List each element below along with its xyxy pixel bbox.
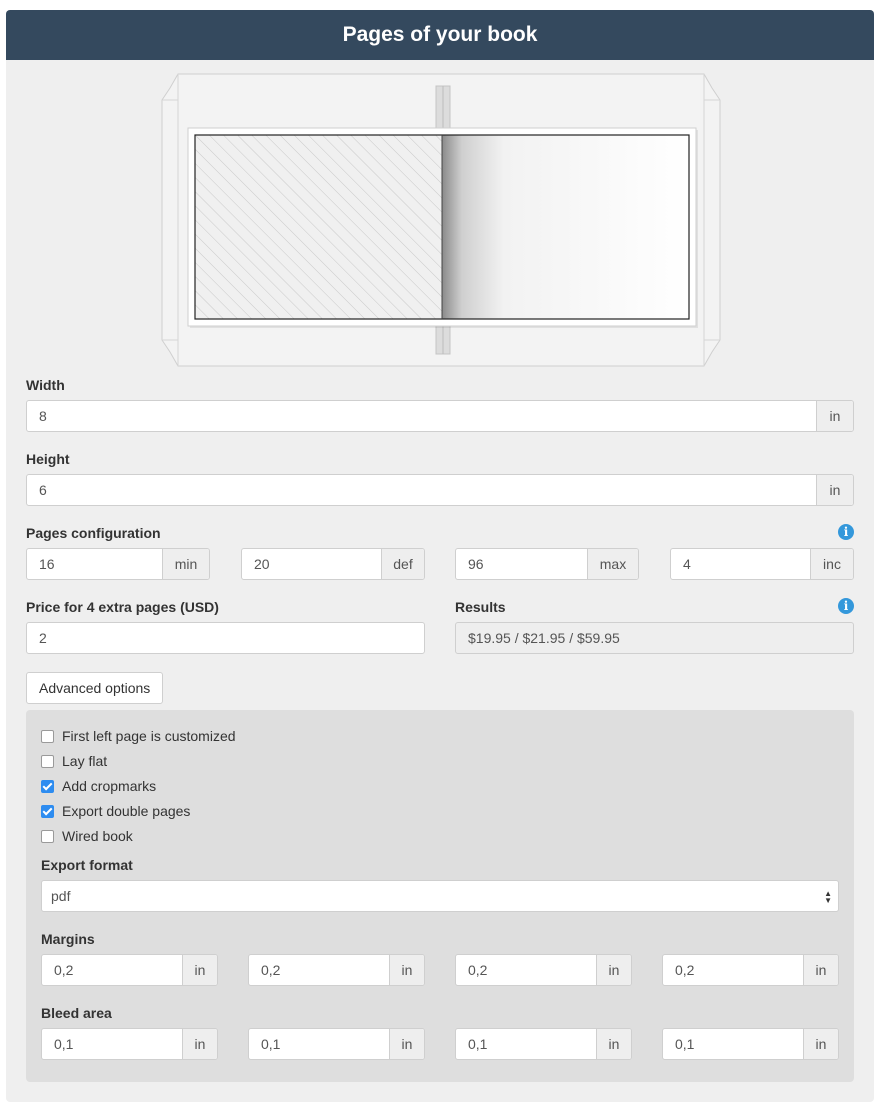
height-input[interactable]: 6: [27, 475, 816, 505]
checkbox-lay-flat[interactable]: Lay flat: [41, 753, 107, 769]
checkbox-add-cropmarks[interactable]: Add cropmarks: [41, 778, 156, 794]
checkbox-icon[interactable]: [41, 754, 54, 768]
pages-min-unit: min: [162, 549, 209, 579]
pages-max-field[interactable]: 96 max: [455, 548, 639, 580]
margin-input-3[interactable]: 0,2: [456, 955, 596, 985]
bleed-input-2[interactable]: 0,1: [249, 1029, 389, 1059]
export-format-select[interactable]: pdf ▲ ▼: [41, 880, 839, 912]
margin-field-3[interactable]: 0,2 in: [455, 954, 632, 986]
pages-def-field[interactable]: 20 def: [241, 548, 425, 580]
bleed-unit-1: in: [182, 1029, 217, 1059]
pages-min-field[interactable]: 16 min: [26, 548, 210, 580]
width-unit: in: [816, 401, 853, 431]
height-field[interactable]: 6 in: [26, 474, 854, 506]
margin-field-4[interactable]: 0,2 in: [662, 954, 839, 986]
advanced-options-section: First left page is customized Lay flat A…: [26, 710, 854, 1082]
width-field[interactable]: 8 in: [26, 400, 854, 432]
bleed-field-4[interactable]: 0,1 in: [662, 1028, 839, 1060]
bleed-field-2[interactable]: 0,1 in: [248, 1028, 425, 1060]
panel-title: Pages of your book: [6, 10, 874, 60]
info-icon[interactable]: i: [838, 524, 854, 540]
checkbox-export-double-pages[interactable]: Export double pages: [41, 803, 190, 819]
pages-inc-unit: inc: [810, 549, 853, 579]
pages-inc-field[interactable]: 4 inc: [670, 548, 854, 580]
bleed-unit-4: in: [803, 1029, 838, 1059]
margin-unit-3: in: [596, 955, 631, 985]
margin-input-4[interactable]: 0,2: [663, 955, 803, 985]
margin-unit-4: in: [803, 955, 838, 985]
results-field: $19.95 / $21.95 / $59.95: [455, 622, 854, 654]
results-value: $19.95 / $21.95 / $59.95: [468, 630, 620, 646]
checkbox-label: First left page is customized: [62, 728, 236, 744]
pages-min-input[interactable]: 16: [27, 549, 162, 579]
bleed-unit-3: in: [596, 1029, 631, 1059]
pages-def-unit: def: [381, 549, 424, 579]
margin-unit-1: in: [182, 955, 217, 985]
pages-def-input[interactable]: 20: [242, 549, 381, 579]
margin-input-1[interactable]: 0,2: [42, 955, 182, 985]
export-format-label: Export format: [41, 857, 133, 873]
book-pages-panel: Pages of your book Width 8 in Height 6 i…: [6, 10, 874, 1102]
margin-field-1[interactable]: 0,2 in: [41, 954, 218, 986]
bleed-unit-2: in: [389, 1029, 424, 1059]
results-label: Results: [455, 599, 506, 615]
margin-field-2[interactable]: 0,2 in: [248, 954, 425, 986]
bleed-field-1[interactable]: 0,1 in: [41, 1028, 218, 1060]
height-label: Height: [26, 451, 70, 467]
export-format-value: pdf: [51, 888, 71, 904]
select-arrows-icon: ▲ ▼: [824, 889, 832, 905]
advanced-options-button[interactable]: Advanced options: [26, 672, 164, 704]
pages-inc-input[interactable]: 4: [671, 549, 810, 579]
checkbox-wired-book[interactable]: Wired book: [41, 828, 133, 844]
width-label: Width: [26, 377, 65, 393]
checkbox-checked-icon[interactable]: [41, 804, 54, 818]
book-preview-illustration: [161, 73, 721, 367]
checkbox-icon[interactable]: [41, 829, 54, 843]
bleed-input-3[interactable]: 0,1: [456, 1029, 596, 1059]
margin-unit-2: in: [389, 955, 424, 985]
price-field[interactable]: 2: [26, 622, 425, 654]
bleed-input-4[interactable]: 0,1: [663, 1029, 803, 1059]
margins-label: Margins: [41, 931, 95, 947]
checkbox-checked-icon[interactable]: [41, 779, 54, 793]
bleed-field-3[interactable]: 0,1 in: [455, 1028, 632, 1060]
pages-config-label: Pages configuration: [26, 525, 161, 541]
checkbox-label: Wired book: [62, 828, 133, 844]
bleed-area-label: Bleed area: [41, 1005, 112, 1021]
checkbox-label: Lay flat: [62, 753, 108, 769]
price-input[interactable]: 2: [27, 623, 424, 653]
checkbox-first-left-page[interactable]: First left page is customized: [41, 728, 236, 744]
checkbox-label: Add cropmarks: [62, 778, 157, 794]
info-icon[interactable]: i: [838, 598, 854, 614]
checkbox-icon[interactable]: [41, 729, 54, 743]
height-unit: in: [816, 475, 853, 505]
checkbox-label: Export double pages: [62, 803, 191, 819]
bleed-input-1[interactable]: 0,1: [42, 1029, 182, 1059]
width-input[interactable]: 8: [27, 401, 816, 431]
pages-max-unit: max: [587, 549, 638, 579]
pages-max-input[interactable]: 96: [456, 549, 587, 579]
margin-input-2[interactable]: 0,2: [249, 955, 389, 985]
price-label: Price for 4 extra pages (USD): [26, 599, 219, 615]
